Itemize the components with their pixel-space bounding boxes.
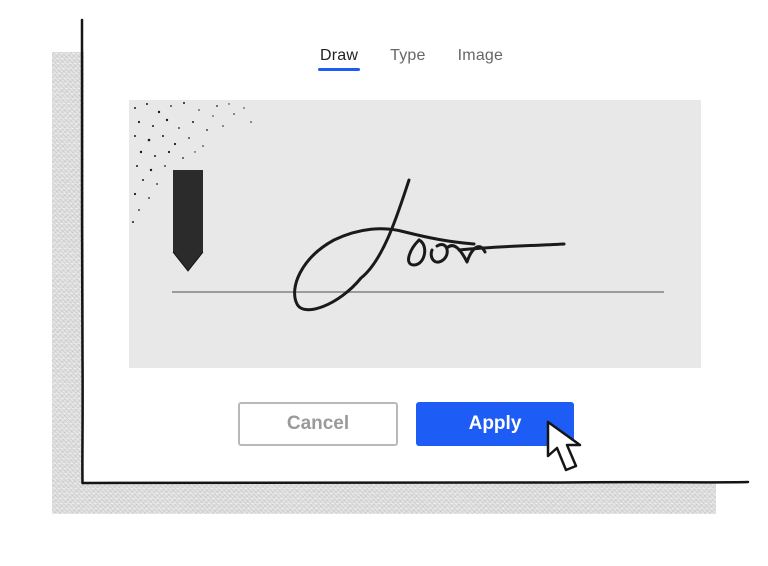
textured-frame-left bbox=[52, 52, 86, 514]
cancel-button[interactable]: Cancel bbox=[238, 402, 398, 446]
textured-frame-bottom bbox=[52, 480, 716, 514]
pen-nib-icon bbox=[172, 170, 204, 272]
signature-illustration: Draw Type Image Cancel Apply bbox=[0, 0, 768, 566]
drawn-signature bbox=[293, 178, 566, 312]
signature-mode-tabs: Draw Type Image bbox=[317, 44, 503, 71]
tab-type[interactable]: Type bbox=[390, 44, 426, 68]
mouse-pointer-icon bbox=[546, 420, 582, 472]
tab-image[interactable]: Image bbox=[458, 44, 503, 68]
tab-draw[interactable]: Draw bbox=[317, 44, 361, 71]
signature-drawing-pad[interactable] bbox=[129, 100, 701, 368]
